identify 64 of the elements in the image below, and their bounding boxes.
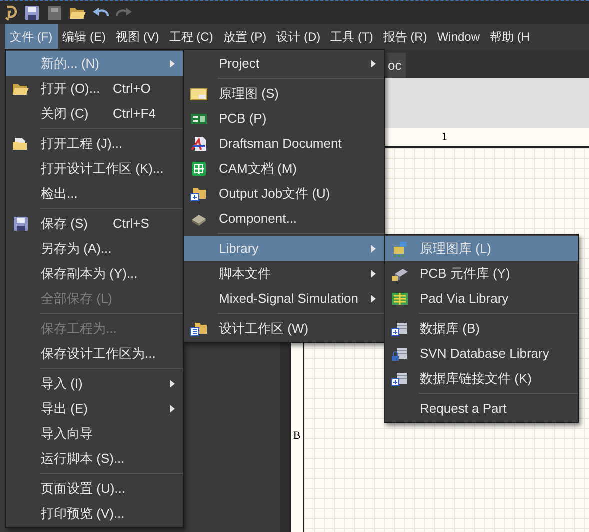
menu-item[interactable]: Draftsman Document <box>184 131 384 156</box>
menu-item[interactable]: 打印预览 (V)... <box>6 501 183 526</box>
menu-bar-item[interactable]: 编辑 (E) <box>58 24 111 50</box>
menu-item[interactable]: 数据库 (B) <box>385 316 578 341</box>
ruler-label: B <box>293 429 301 444</box>
menu-item[interactable]: Mixed-Signal Simulation <box>184 286 384 311</box>
menu-item[interactable]: 保存 (S) Ctrl+S <box>6 211 183 236</box>
folder-plus-icon <box>190 186 208 202</box>
menu-item[interactable]: CAM文档 (M) <box>184 156 384 181</box>
menu-item[interactable]: 脚本文件 <box>184 261 384 286</box>
shortcut-label: Ctrl+F4 <box>113 104 156 123</box>
open-folder-icon <box>12 81 30 97</box>
menu-item[interactable]: 导入向导 <box>6 421 183 446</box>
menu-bar-item[interactable]: 视图 (V) <box>111 24 164 50</box>
menu-bar-item[interactable]: 帮助 (H <box>485 24 536 50</box>
app-logo-icon[interactable] <box>4 4 18 20</box>
menu-item[interactable]: 保存副本为 (Y)... <box>6 261 183 286</box>
circuit-board-icon <box>190 111 208 127</box>
menu-item[interactable]: 检出... <box>6 181 183 206</box>
menu-item[interactable]: 打开工程 (J)... <box>6 131 183 156</box>
menu-item[interactable]: Project <box>184 51 384 76</box>
shortcut-label: Ctrl+O <box>113 80 151 98</box>
menu-bar-item[interactable]: 工具 (T) <box>326 24 378 50</box>
menu-item[interactable]: Pad Via Library <box>385 286 578 311</box>
folder-document-icon <box>12 136 30 152</box>
save-icon <box>12 216 30 232</box>
component-library-icon <box>391 241 409 257</box>
chip-icon <box>391 266 409 282</box>
menu-item[interactable]: 页面设置 (U)... <box>6 476 183 501</box>
menu-bar-item[interactable]: 设计 (D) <box>272 24 326 50</box>
save-icon <box>23 4 41 20</box>
menu-item[interactable]: Output Job文件 (U) <box>184 181 384 206</box>
menu-item[interactable]: SVN Database Library <box>385 341 578 366</box>
schematic-sheet-icon <box>190 86 208 102</box>
menu-item[interactable]: 导出 (E) <box>6 396 183 421</box>
folder-document-icon <box>190 321 208 337</box>
menu-item[interactable]: 运行脚本 (S)... <box>6 446 183 471</box>
menu-bar-item[interactable]: Window <box>432 24 486 50</box>
menu-item[interactable]: PCB 元件库 (Y) <box>385 261 578 286</box>
menu-item[interactable]: 打开设计工作区 (K)... <box>6 156 183 181</box>
save-all-icon[interactable] <box>46 4 64 20</box>
menu-item[interactable]: 另存为 (A)... <box>6 236 183 261</box>
menu-item[interactable]: 原理图 (S) <box>184 81 384 106</box>
menu-bar-item[interactable]: 报告 (R) <box>378 24 432 50</box>
menu-item[interactable]: 设计工作区 (W) <box>184 316 384 341</box>
database-lock-icon <box>391 346 409 362</box>
document-tab[interactable]: oc <box>384 53 406 78</box>
menu-item[interactable]: 打开 (O)... Ctrl+O <box>6 76 183 101</box>
crosshair-grid-icon <box>190 161 208 177</box>
menu-bar-item[interactable]: 工程 (C) <box>164 24 218 50</box>
database-plus-icon <box>391 371 409 387</box>
shortcut-label: Ctrl+S <box>113 214 150 233</box>
menu-bar-item[interactable]: 放置 (P) <box>218 24 272 50</box>
menu-item[interactable]: 数据库链接文件 (K) <box>385 366 578 391</box>
menu-item[interactable]: 导入 (I) <box>6 371 183 396</box>
menu-item[interactable]: Component... <box>184 206 384 231</box>
database-plus-icon <box>391 321 409 337</box>
menu-item[interactable]: 关闭 (C) Ctrl+F4 <box>6 101 183 126</box>
drafting-document-icon <box>190 136 208 152</box>
menu-item[interactable]: Request a Part <box>385 396 578 421</box>
menu-item[interactable]: PCB (P) <box>184 106 384 131</box>
menu-item[interactable]: 保存设计工作区为... <box>6 341 183 366</box>
ruler-label: 1 <box>442 130 448 145</box>
pad-grid-icon <box>391 291 409 307</box>
